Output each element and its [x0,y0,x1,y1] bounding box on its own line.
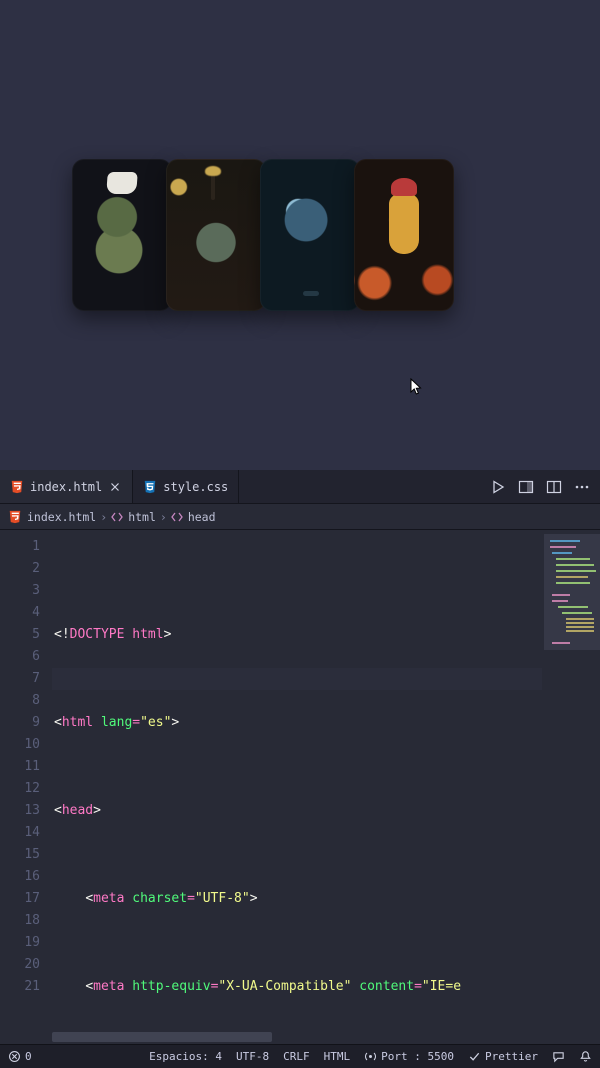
code-text[interactable]: <!DOCTYPE html> <html lang="es"> <head> … [52,530,542,1044]
status-notifications[interactable] [579,1050,592,1063]
symbol-icon [171,511,183,523]
more-actions-icon[interactable] [574,479,590,495]
card-dino-chef[interactable] [72,159,172,311]
feedback-icon [552,1050,565,1063]
broadcast-icon [364,1050,377,1063]
minimap-content [548,538,596,648]
status-error-count: 0 [25,1050,32,1063]
status-bar: 0 Espacios: 4 UTF-8 CRLF HTML Port : 550… [0,1044,600,1068]
symbol-icon [111,511,123,523]
run-icon[interactable] [490,479,506,495]
status-language[interactable]: HTML [324,1050,351,1063]
mouse-cursor-icon [410,378,422,396]
editor-tab-actions [480,470,600,503]
editor-tab-bar: index.html style.css [0,470,600,504]
breadcrumb-symbol-html[interactable]: html [111,510,156,524]
live-preview-pane [0,0,600,470]
breadcrumb-label: index.html [27,510,96,524]
scrollbar-thumb[interactable] [52,1032,272,1042]
tab-label: index.html [30,480,102,494]
card-row [72,159,454,311]
code-editor: index.html style.css [0,470,600,1068]
bell-icon [579,1050,592,1063]
status-eol[interactable]: CRLF [283,1050,310,1063]
code-area[interactable]: 123456789101112131415161718192021 <!DOCT… [0,530,600,1044]
status-live-server[interactable]: Port : 5500 [364,1050,454,1063]
chevron-right-icon: › [160,510,167,524]
split-editor-down-icon[interactable] [546,479,562,495]
horizontal-scrollbar[interactable] [52,1032,540,1042]
chevron-right-icon: › [100,510,107,524]
breadcrumb-label: html [128,510,156,524]
breadcrumb-label: head [188,510,216,524]
line-number-gutter: 123456789101112131415161718192021 [0,530,52,1044]
card-dino-blue[interactable] [260,159,360,311]
html5-icon [10,480,24,494]
status-indent[interactable]: Espacios: 4 [149,1050,222,1063]
tab-label: style.css [163,480,228,494]
breadcrumb[interactable]: index.html › html › head [0,504,600,530]
card-dino-firefighter[interactable] [354,159,454,311]
status-feedback[interactable] [552,1050,565,1063]
split-editor-right-icon[interactable] [518,479,534,495]
check-icon [468,1050,481,1063]
breadcrumb-file[interactable]: index.html [8,510,96,524]
status-encoding[interactable]: UTF-8 [236,1050,269,1063]
tab-index-html[interactable]: index.html [0,470,133,503]
html5-icon [8,510,22,524]
close-icon[interactable] [108,480,122,494]
tab-style-css[interactable]: style.css [133,470,239,503]
breadcrumb-symbol-head[interactable]: head [171,510,216,524]
status-problems[interactable]: 0 [8,1050,32,1063]
card-dino-bartender[interactable] [166,159,266,311]
css3-icon [143,480,157,494]
status-prettier[interactable]: Prettier [468,1050,538,1063]
error-icon [8,1050,21,1063]
minimap[interactable] [542,530,600,1044]
